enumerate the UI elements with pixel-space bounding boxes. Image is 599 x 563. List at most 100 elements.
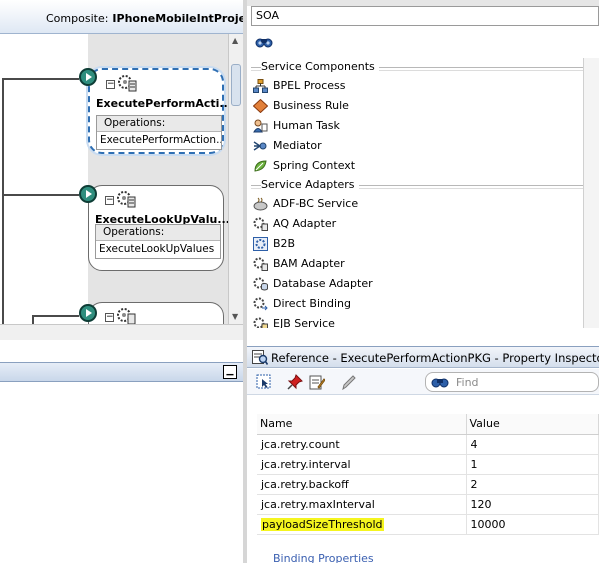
column-header-name[interactable]: Name	[257, 414, 467, 435]
adapter-gear-icon	[117, 308, 136, 324]
collapse-icon[interactable]: −	[106, 80, 115, 89]
component-name: ExecutePerformActi...	[96, 97, 228, 110]
property-value[interactable]: 4	[466, 434, 599, 455]
property-inspector-icon	[252, 350, 268, 365]
column-header-value[interactable]: Value	[466, 414, 599, 435]
property-name: jca.retry.backoff	[257, 474, 467, 495]
table-row[interactable]: jca.retry.maxInterval 120	[257, 494, 599, 515]
property-inspector-toolbar: Find	[247, 369, 599, 395]
binding-properties-link[interactable]: Binding Properties	[273, 552, 374, 563]
scroll-up-icon[interactable]: ▲	[232, 36, 238, 45]
palette-item-ejb-service[interactable]: EJB Service	[247, 314, 599, 328]
palette-item-label: B2B	[273, 237, 296, 250]
find-field[interactable]: Find	[425, 372, 599, 392]
palette-item-label: Direct Binding	[273, 297, 351, 310]
service-port-icon[interactable]	[79, 68, 97, 86]
binoculars-icon[interactable]	[255, 35, 273, 49]
palette-item-label: Database Adapter	[273, 277, 373, 290]
palette-section-header[interactable]: Service Components	[247, 58, 599, 76]
bam-adapter-icon	[253, 257, 268, 271]
property-name: jca.retry.maxInterval	[257, 494, 467, 515]
service-port-icon[interactable]	[79, 185, 97, 203]
palette-item-label: ADF-BC Service	[273, 197, 359, 210]
composite-header: Composite:IPhoneMobileIntProject	[0, 0, 243, 34]
composite-editor: Composite:IPhoneMobileIntProject − Execu…	[0, 0, 243, 563]
table-row[interactable]: jca.retry.count 4	[257, 434, 599, 455]
palette-category-select[interactable]: SOA	[251, 6, 599, 26]
reference-component[interactable]: − ExecutePerformActi... Operations: Exec…	[88, 68, 228, 154]
palette-item-direct-binding[interactable]: Direct Binding	[247, 294, 599, 314]
wire	[32, 315, 34, 324]
palette-item-mediator[interactable]: Mediator	[247, 136, 599, 156]
palette-item-label: Mediator	[273, 139, 322, 152]
palette-item-human-task[interactable]: Human Task	[247, 116, 599, 136]
wire	[2, 78, 79, 80]
database-adapter-icon	[253, 277, 268, 291]
operations-box: Operations: ExecuteLookUpValues	[95, 224, 221, 259]
property-name-cell: payloadSizeThreshold	[257, 514, 467, 535]
reference-component[interactable]: − ExecuteLookUpValu... Operations: Execu…	[88, 185, 228, 271]
canvas-horizontal-scrollbar[interactable]	[0, 324, 243, 340]
collapse-icon[interactable]: −	[105, 196, 114, 205]
palette-item-label: BPEL Process	[273, 79, 346, 92]
mediator-icon	[253, 141, 267, 151]
scroll-down-icon[interactable]: ▼	[232, 312, 238, 321]
palette-item-adf-bc-service[interactable]: ADF-BC Service	[247, 194, 599, 214]
palette-item-business-rule[interactable]: Business Rule	[247, 96, 599, 116]
direct-binding-icon	[253, 297, 268, 311]
wire	[2, 78, 4, 324]
binoculars-icon	[431, 378, 449, 388]
adapter-gear-icon	[118, 75, 137, 92]
pencil-icon[interactable]	[341, 374, 357, 390]
palette-item-bam-adapter[interactable]: BAM Adapter	[247, 254, 599, 274]
scroll-thumb[interactable]	[231, 64, 241, 106]
operations-label: Operations:	[96, 225, 220, 241]
pin-icon[interactable]	[287, 374, 303, 390]
composite-title: Composite:IPhoneMobileIntProject	[46, 12, 243, 25]
palette-scrollbar[interactable]	[583, 58, 599, 328]
business-rule-icon	[253, 99, 268, 113]
minimize-button[interactable]: ▁	[223, 365, 237, 379]
property-value[interactable]: 1	[466, 454, 599, 475]
palette-item-aq-adapter[interactable]: AQ Adapter	[247, 214, 599, 234]
section-label: Service Components	[261, 60, 379, 73]
adapter-gear-icon	[117, 191, 136, 208]
palette-list: Service Components BPEL Process Business…	[247, 58, 599, 328]
table-row[interactable]: jca.retry.interval 1	[257, 454, 599, 475]
property-name: jca.retry.count	[257, 434, 467, 455]
section-label: Service Adapters	[261, 178, 359, 191]
property-inspector-title: Reference - ExecutePerformActionPKG - Pr…	[271, 351, 599, 365]
table-row[interactable]: jca.retry.backoff 2	[257, 474, 599, 495]
component-palette-panel: SOA Service Components BPEL Process Busi…	[243, 0, 599, 563]
table-row[interactable]: payloadSizeThreshold 10000	[257, 514, 599, 535]
canvas-vertical-scrollbar[interactable]: ▲ ▼	[228, 34, 243, 324]
palette-item-label: Business Rule	[273, 99, 349, 112]
highlighted-property-name: payloadSizeThreshold	[261, 517, 384, 531]
operation-item[interactable]: ExecutePerformAction...	[97, 132, 221, 149]
operation-item[interactable]: ExecuteLookUpValues	[96, 241, 220, 258]
composite-label: Composite:	[46, 12, 109, 25]
palette-item-label: BAM Adapter	[273, 257, 345, 270]
edit-properties-icon[interactable]	[309, 374, 325, 390]
reference-component[interactable]: −	[88, 302, 224, 324]
composite-canvas[interactable]: − ExecutePerformActi... Operations: Exec…	[0, 34, 228, 324]
property-table: Name Value jca.retry.count 4 jca.retry.i…	[257, 414, 599, 535]
palette-item-label: Spring Context	[273, 159, 356, 172]
property-value[interactable]: 2	[466, 474, 599, 495]
collapse-icon[interactable]: −	[105, 313, 114, 322]
palette-item-label: AQ Adapter	[273, 217, 337, 230]
select-in-editor-icon[interactable]	[256, 374, 272, 390]
palette-item-database-adapter[interactable]: Database Adapter	[247, 274, 599, 294]
palette-section-header[interactable]: Service Adapters	[247, 176, 599, 194]
lower-panel-header: ▁	[0, 362, 243, 382]
table-header-row: Name Value	[257, 414, 599, 435]
property-inspector-header: Reference - ExecutePerformActionPKG - Pr…	[247, 346, 599, 368]
wire	[2, 194, 79, 196]
palette-item-b2b[interactable]: B2B	[247, 234, 599, 254]
service-port-icon[interactable]	[79, 304, 97, 322]
property-value[interactable]: 10000	[466, 514, 599, 535]
property-value[interactable]: 120	[466, 494, 599, 515]
human-task-icon	[253, 119, 268, 133]
palette-item-spring-context[interactable]: Spring Context	[247, 156, 599, 176]
palette-item-bpel-process[interactable]: BPEL Process	[247, 76, 599, 96]
